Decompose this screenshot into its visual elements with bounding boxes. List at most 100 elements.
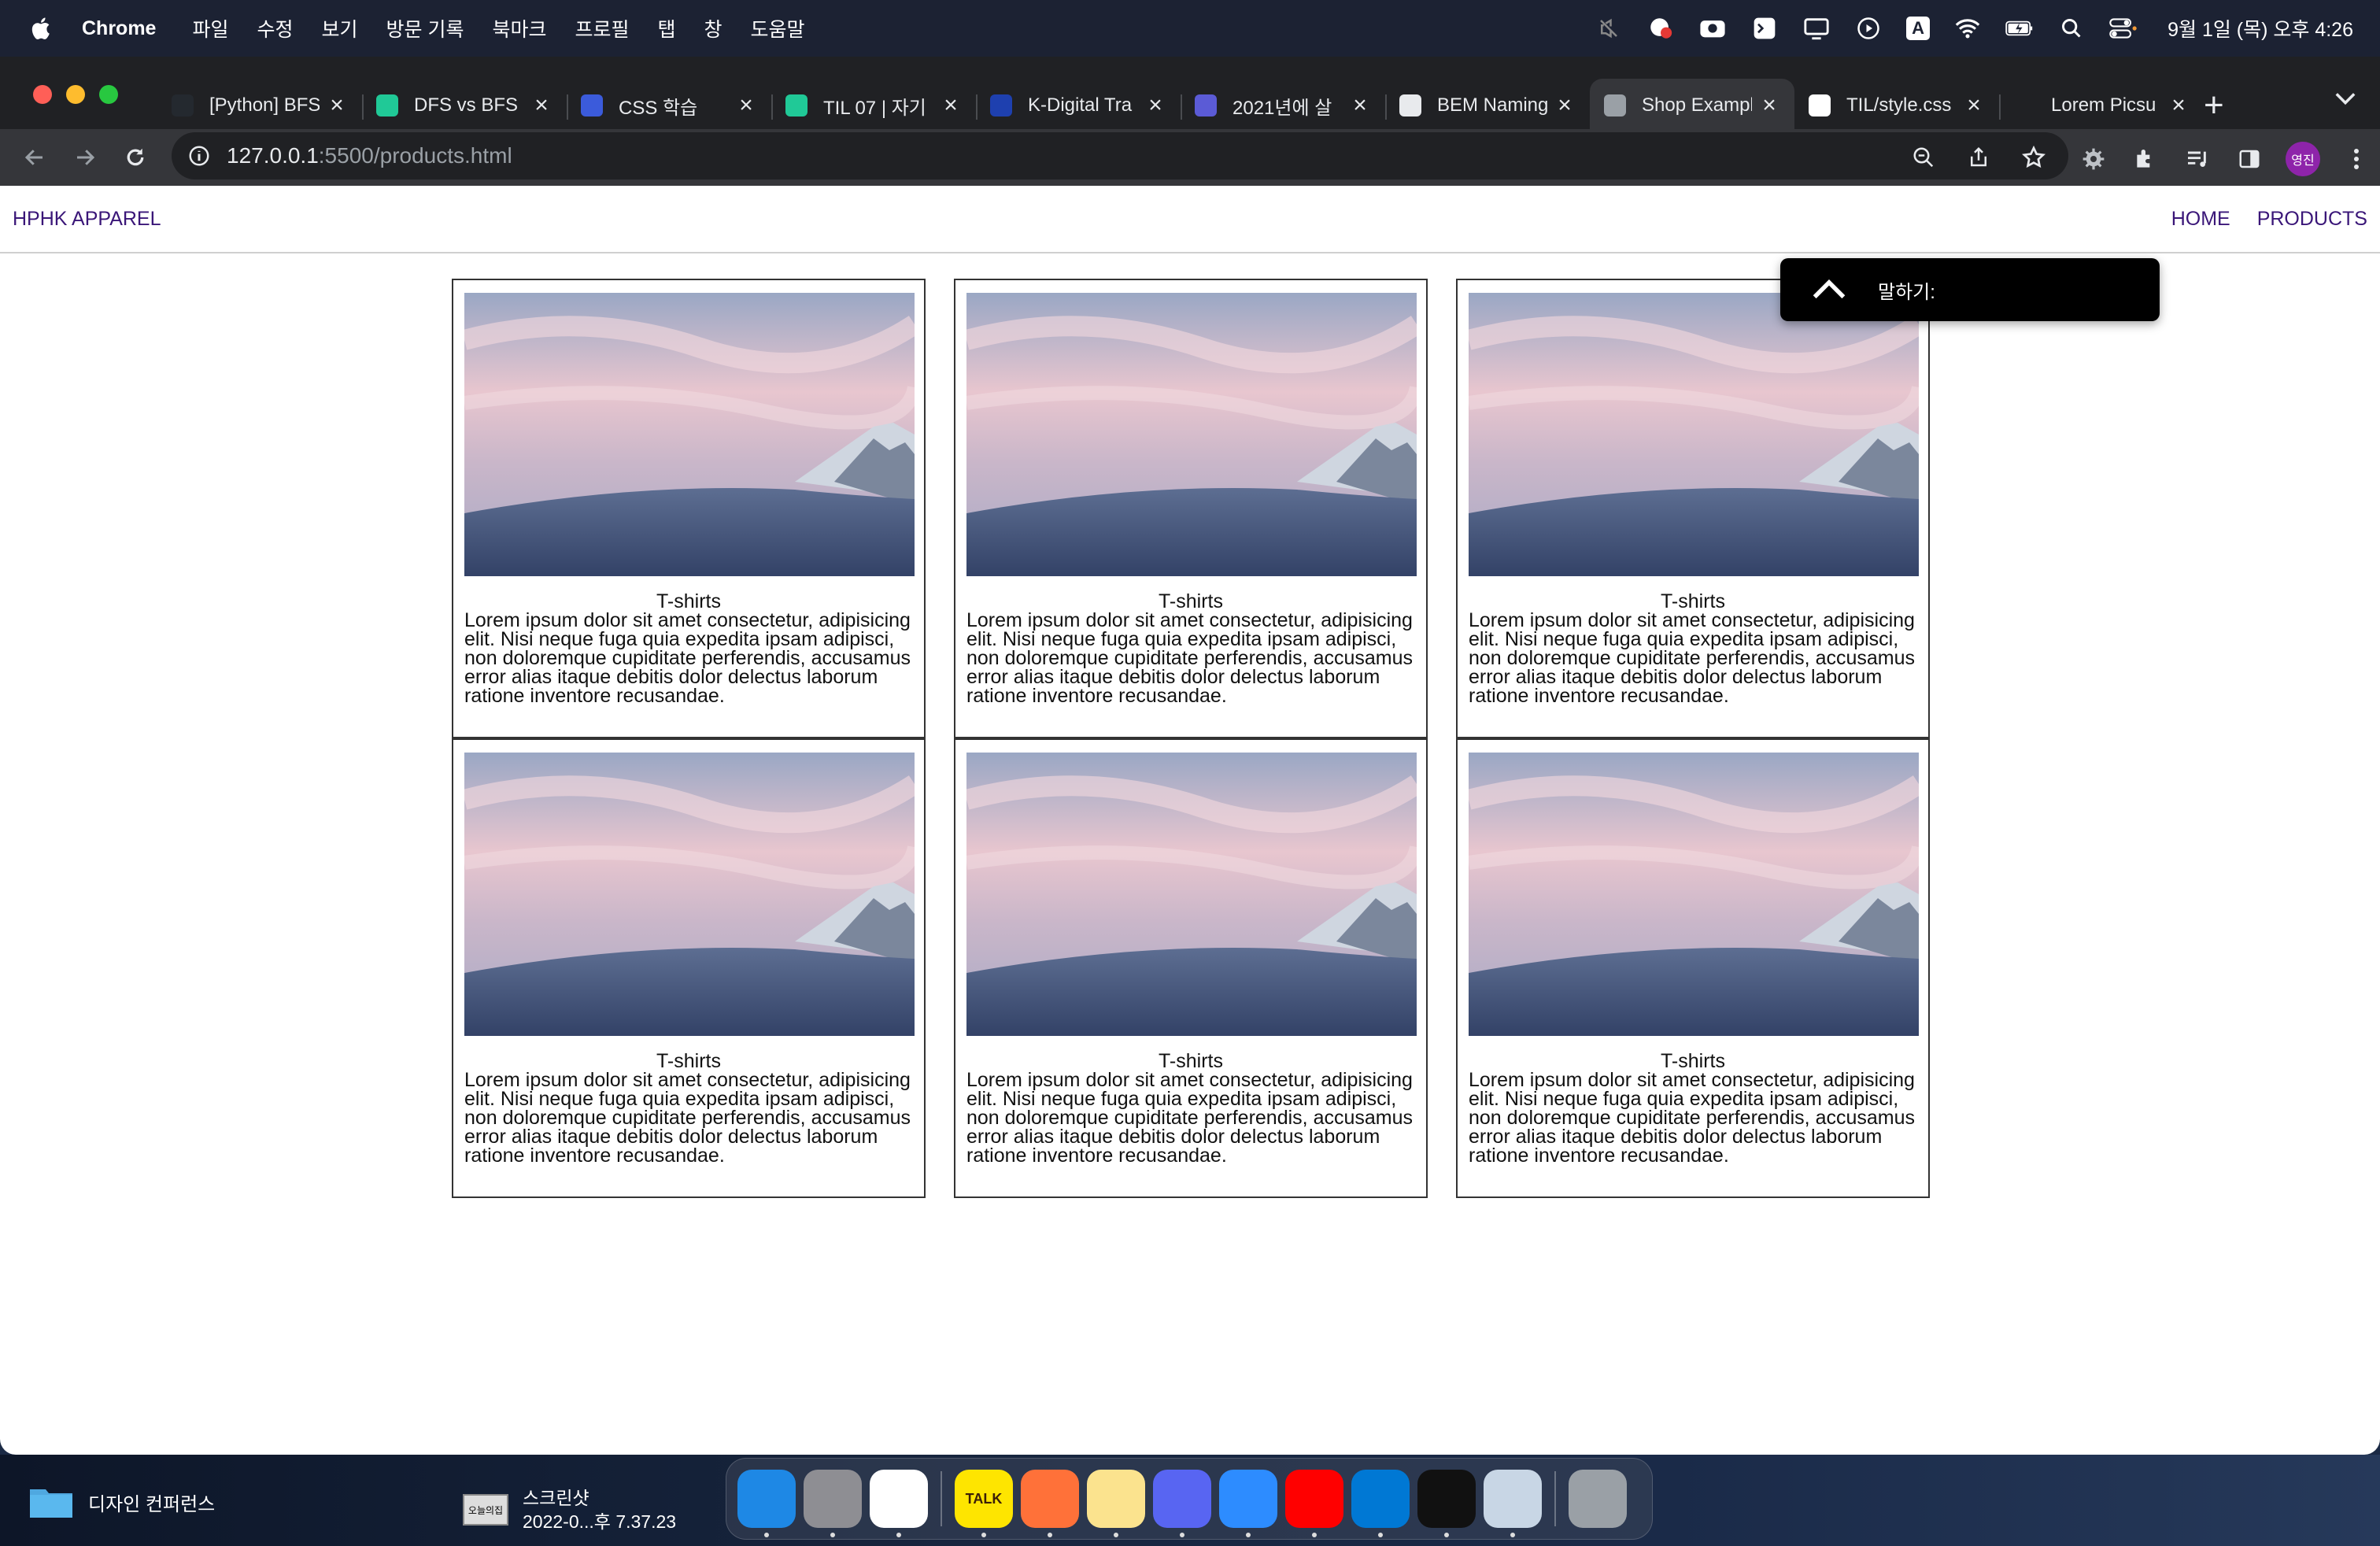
tab-3[interactable]: TIL 07 | 자기 ×	[771, 79, 976, 132]
menu-edit[interactable]: 수정	[257, 14, 293, 43]
back-button[interactable]	[19, 142, 50, 173]
product-title: T-shirts	[1159, 590, 1223, 612]
running-indicator	[1510, 1533, 1515, 1537]
tab-0[interactable]: [Python] BFS ×	[157, 79, 362, 132]
nav-products-link[interactable]: PRODUCTS	[2257, 208, 2367, 231]
tab-close-icon[interactable]: ×	[1758, 92, 1780, 118]
folder-icon	[30, 1489, 72, 1518]
nav-home-link[interactable]: HOME	[2171, 208, 2230, 231]
tab-search-chevron-icon[interactable]	[2334, 91, 2356, 109]
screen-mirroring-icon[interactable]	[1802, 14, 1831, 43]
input-source-icon[interactable]: A	[1906, 17, 1931, 40]
minimize-window-button[interactable]	[66, 85, 85, 104]
menu-history[interactable]: 방문 기록	[386, 14, 464, 43]
product-description: Lorem ipsum dolor sit amet consectetur, …	[966, 1069, 1414, 1167]
vscode-icon[interactable]	[1351, 1470, 1410, 1537]
menu-help[interactable]: 도움말	[751, 14, 805, 43]
chat-recording-icon[interactable]	[1646, 14, 1675, 43]
site-info-icon[interactable]	[187, 144, 211, 168]
side-panel-icon[interactable]	[2234, 143, 2265, 175]
product-card: T-shirts Lorem ipsum dolor sit amet conse…	[954, 738, 1428, 1198]
menu-view[interactable]: 보기	[322, 14, 358, 43]
running-indicator	[981, 1533, 986, 1537]
more-menu-icon[interactable]	[2341, 143, 2372, 175]
new-tab-button[interactable]: +	[2204, 88, 2224, 123]
product-description: Lorem ipsum dolor sit amet consectetur, …	[966, 609, 1414, 707]
kakaotalk-icon[interactable]: TALK	[955, 1470, 1013, 1537]
tab-close-icon[interactable]: ×	[1554, 92, 1576, 118]
trash-icon[interactable]	[1569, 1470, 1627, 1528]
product-image	[966, 293, 1417, 576]
camera-icon[interactable]	[1698, 14, 1727, 43]
speech-popup[interactable]: 말하기:	[1780, 258, 2160, 321]
mute-icon[interactable]	[1595, 14, 1623, 43]
battery-icon[interactable]	[2005, 14, 2034, 43]
product-description: Lorem ipsum dolor sit amet consectetur, …	[1469, 1069, 1916, 1167]
desktop-folder[interactable]: 디자인 컨퍼런스	[28, 1485, 215, 1519]
tab-close-icon[interactable]: ×	[530, 92, 552, 118]
terminal-status-icon[interactable]	[1750, 14, 1779, 43]
zoom-icon[interactable]	[1219, 1470, 1277, 1537]
forward-button[interactable]	[69, 142, 101, 173]
menu-tab[interactable]: 탭	[658, 14, 676, 43]
menu-profile[interactable]: 프로필	[575, 14, 629, 43]
play-circle-icon[interactable]	[1854, 14, 1883, 43]
tab-close-icon[interactable]: ×	[2168, 92, 2190, 118]
cursor-icon	[581, 94, 603, 117]
desktop-folder-label: 디자인 컨퍼런스	[88, 1493, 216, 1515]
tab-close-icon[interactable]: ×	[735, 92, 757, 118]
tab-close-icon[interactable]: ×	[326, 92, 348, 118]
menu-window[interactable]: 창	[704, 14, 722, 43]
discord-icon[interactable]	[1153, 1470, 1211, 1537]
apple-icon[interactable]	[28, 15, 55, 42]
youtube-music-icon[interactable]	[1285, 1470, 1343, 1537]
reload-button[interactable]	[120, 142, 151, 173]
bookmark-star-icon[interactable]	[2018, 142, 2049, 173]
tab-2[interactable]: CSS 학습 ×	[567, 79, 771, 132]
terminal-icon[interactable]	[1417, 1470, 1476, 1537]
menu-file[interactable]: 파일	[192, 14, 228, 43]
product-card: T-shirts Lorem ipsum dolor sit amet conse…	[1456, 279, 1930, 738]
tab-close-icon[interactable]: ×	[1144, 92, 1166, 118]
brand-link[interactable]: HPHK APPAREL	[13, 208, 161, 231]
finder-icon[interactable]	[737, 1470, 796, 1537]
spotlight-search-icon[interactable]	[2057, 14, 2086, 43]
menu-bookmarks[interactable]: 북마크	[492, 14, 546, 43]
tab-5[interactable]: 2021년에 살 ×	[1181, 79, 1385, 132]
desktop-screenshot-file[interactable]: 오늘의집 스크린샷 2022-0...후 7.37.23	[463, 1486, 676, 1533]
control-center-icon[interactable]	[2109, 14, 2138, 43]
tab-1[interactable]: DFS vs BFS ×	[362, 79, 567, 132]
running-indicator	[896, 1533, 901, 1537]
system-preferences-icon[interactable]	[804, 1470, 862, 1537]
chrome-icon[interactable]	[870, 1470, 928, 1537]
profile-avatar[interactable]: 영진	[2286, 142, 2320, 176]
notes-icon[interactable]	[1087, 1470, 1145, 1537]
address-bar[interactable]: 127.0.0.1:5500/products.html	[172, 132, 2068, 179]
zoom-window-button[interactable]	[99, 85, 118, 104]
tab-4[interactable]: K-Digital Tra ×	[976, 79, 1181, 132]
extension-gear-icon[interactable]	[2078, 143, 2109, 175]
tab-7[interactable]: Shop Exampl ×	[1590, 79, 1794, 132]
product-image	[464, 753, 915, 1036]
running-indicator	[1246, 1533, 1251, 1537]
menu-app-name[interactable]: Chrome	[82, 17, 156, 40]
preview-icon[interactable]	[1484, 1470, 1542, 1537]
tab-close-icon[interactable]: ×	[940, 92, 962, 118]
tab-close-icon[interactable]: ×	[1349, 92, 1371, 118]
media-queue-icon[interactable]	[2182, 143, 2213, 175]
zoom-icon[interactable]	[1908, 142, 1939, 173]
chevron-up-icon[interactable]	[1812, 278, 1846, 301]
product-image	[966, 753, 1417, 1036]
wifi-icon[interactable]	[1953, 14, 1982, 43]
close-window-button[interactable]	[33, 85, 52, 104]
product-card: T-shirts Lorem ipsum dolor sit amet conse…	[452, 279, 926, 738]
firefox-icon[interactable]	[1021, 1470, 1079, 1537]
tab-8[interactable]: TIL/style.css ×	[1794, 79, 1999, 132]
clock[interactable]: 9월 1일 (목) 오후 4:26	[2168, 14, 2353, 43]
tab-close-icon[interactable]: ×	[1963, 92, 1985, 118]
extensions-puzzle-icon[interactable]	[2130, 143, 2161, 175]
tab-9[interactable]: Lorem Picsu ×	[1999, 79, 2204, 132]
tab-title: Lorem Picsu	[2051, 94, 2156, 116]
tab-6[interactable]: BEM Naming ×	[1385, 79, 1590, 132]
share-icon[interactable]	[1963, 142, 1994, 173]
